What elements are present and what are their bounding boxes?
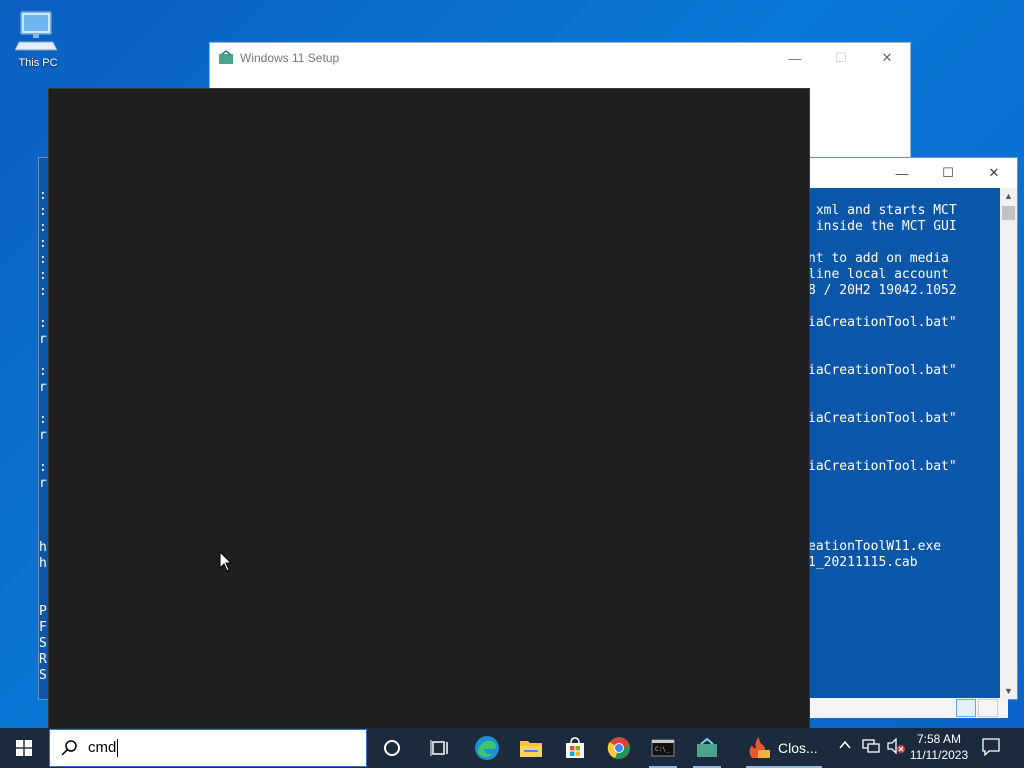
network-button[interactable] xyxy=(862,738,880,757)
search-icon xyxy=(61,740,77,756)
clock-date: 11/11/2023 xyxy=(909,748,969,762)
console-line: 1_20211115.cab xyxy=(808,555,918,570)
store-icon xyxy=(566,737,584,758)
notifications-button[interactable] xyxy=(982,738,1000,759)
volume-button[interactable] xyxy=(886,737,906,757)
scroll-thumb[interactable] xyxy=(1002,206,1015,220)
cmd-window[interactable] xyxy=(48,88,810,730)
chrome-taskbar-button[interactable] xyxy=(597,728,641,768)
console-line: inside the MCT GUI xyxy=(808,219,957,234)
setup-close-button[interactable]: ✕ xyxy=(864,43,910,73)
large-icons-view-icon[interactable] xyxy=(978,699,998,717)
volume-muted-icon xyxy=(887,737,905,755)
windows-logo-icon xyxy=(16,740,32,756)
file-explorer-taskbar-button[interactable] xyxy=(509,728,553,768)
console-maximize-button[interactable]: ☐ xyxy=(925,158,971,188)
clock-time: 7:58 AM xyxy=(916,732,962,746)
setup-titlebar[interactable]: Windows 11 Setup — ☐ ✕ xyxy=(210,43,910,73)
console-output: xml and starts MCT inside the MCT GUI nt… xyxy=(808,203,957,571)
desktop-icon-label: This PC xyxy=(18,57,58,69)
setup-title: Windows 11 Setup xyxy=(240,51,340,65)
mouse-cursor-icon xyxy=(219,551,233,572)
running-app-label: Clos... xyxy=(778,740,818,756)
edge-taskbar-button[interactable] xyxy=(465,728,509,768)
details-view-icon[interactable] xyxy=(956,699,976,717)
scroll-down-arrow-icon[interactable]: ▼ xyxy=(1000,683,1017,699)
chevron-up-icon xyxy=(839,740,851,749)
edge-icon xyxy=(475,736,499,760)
task-view-button[interactable] xyxy=(418,728,462,768)
taskbar: cmd C:\_ Clos... 7:58 AM 11/11/2023 xyxy=(0,728,1024,768)
console-minimize-button[interactable]: — xyxy=(879,158,925,188)
text-caret xyxy=(117,739,119,758)
show-hidden-icons-button[interactable] xyxy=(838,738,852,755)
console-line: iaCreationTool.bat" xyxy=(808,411,957,426)
console-close-button[interactable]: ✕ xyxy=(971,158,1017,188)
search-input[interactable]: cmd xyxy=(88,739,116,756)
setup-maximize-button[interactable]: ☐ xyxy=(818,43,864,73)
scroll-up-arrow-icon[interactable]: ▲ xyxy=(1000,188,1017,204)
cortana-circle-icon xyxy=(384,740,400,756)
console-line: 8 / 20H2 19042.1052 xyxy=(808,283,957,298)
terminal-taskbar-button[interactable]: C:\_ xyxy=(641,728,685,768)
notification-icon xyxy=(982,738,1000,757)
console-line: xml and starts MCT xyxy=(808,203,957,218)
running-app-button[interactable]: Clos... xyxy=(740,728,828,768)
computer-icon xyxy=(14,11,58,51)
desktop-icon-this-pc[interactable]: This PC xyxy=(10,8,66,69)
chrome-icon xyxy=(607,737,630,759)
console-line: iaCreationTool.bat" xyxy=(808,363,957,378)
console-scrollbar[interactable]: ▲ ▼ xyxy=(1000,188,1017,699)
task-view-icon xyxy=(430,740,448,756)
taskbar-clock[interactable]: 7:58 AM 11/11/2023 xyxy=(906,731,972,763)
network-icon xyxy=(862,739,880,753)
store-taskbar-button[interactable] xyxy=(553,728,597,768)
console-line: nt to add on media xyxy=(808,251,949,266)
folder-icon xyxy=(520,741,542,757)
start-button[interactable] xyxy=(0,728,48,768)
console-titlebar[interactable]: — ☐ ✕ xyxy=(809,158,1017,188)
setup-icon xyxy=(219,50,233,64)
cortana-button[interactable] xyxy=(370,728,414,768)
console-line: line local account xyxy=(808,267,949,282)
console-line: iaCreationTool.bat" xyxy=(808,315,957,330)
console-statusbar xyxy=(808,698,1008,718)
console-line: iaCreationTool.bat" xyxy=(808,459,957,474)
fire-icon xyxy=(749,737,770,758)
taskbar-search-box[interactable]: cmd xyxy=(49,729,367,767)
setup-taskbar-button[interactable] xyxy=(685,728,729,768)
setup-minimize-button[interactable]: — xyxy=(772,43,818,73)
setup-icon xyxy=(697,738,717,757)
terminal-icon: C:\_ xyxy=(651,739,675,757)
svg-text:C:\_: C:\_ xyxy=(655,746,670,753)
console-line: eationToolW11.exe xyxy=(808,539,942,554)
